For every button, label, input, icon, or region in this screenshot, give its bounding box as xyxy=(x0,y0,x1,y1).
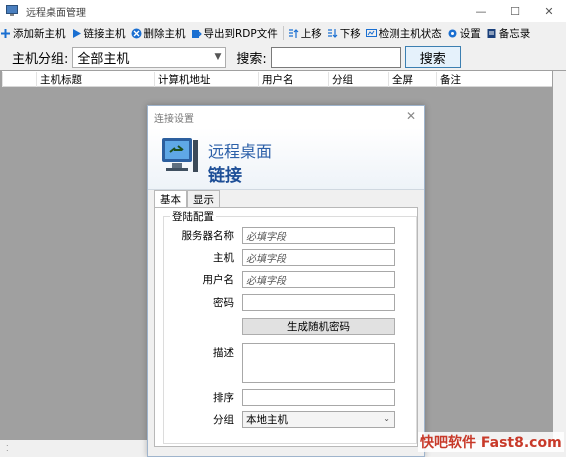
move-down-button[interactable]: 下移 xyxy=(327,26,361,41)
host-label: 主机 xyxy=(213,252,234,264)
export-icon xyxy=(191,28,202,39)
banner-title: 远程桌面 xyxy=(208,142,273,161)
generate-password-button[interactable]: 生成随机密码 xyxy=(242,318,395,335)
window-title: 远程桌面管理 xyxy=(26,7,86,19)
memo-button[interactable]: 备忘录 xyxy=(486,26,531,41)
title-bar: 远程桌面管理 — ☐ ✕ xyxy=(0,0,566,22)
search-button[interactable]: 搜索 xyxy=(404,46,461,68)
dialog-banner: 远程桌面 链接 xyxy=(148,128,424,190)
connection-settings-dialog: 连接设置 ✕ 远程桌面 链接 基本 显示 登陆配置 服务器名称 必填字段 主机 … xyxy=(147,105,425,457)
group-select-value: 本地主机 xyxy=(246,414,288,426)
site-watermark: 快吧软件 Fast8.com xyxy=(418,432,564,452)
tab-display[interactable]: 显示 xyxy=(187,190,220,207)
check-host-status-button[interactable]: 检测主机状态 xyxy=(365,26,442,41)
tab-panel-basic: 登陆配置 服务器名称 必填字段 主机 必填字段 用户名 必填字段 密码 生成随机… xyxy=(154,207,418,447)
username-label: 用户名 xyxy=(202,274,235,286)
maximize-button[interactable]: ☐ xyxy=(498,0,532,22)
username-field[interactable]: 必填字段 xyxy=(242,271,395,288)
add-host-label: 添加新主机 xyxy=(13,27,66,40)
login-config-group: 登陆配置 服务器名称 必填字段 主机 必填字段 用户名 必填字段 密码 生成随机… xyxy=(163,209,417,444)
move-up-icon xyxy=(288,28,299,39)
banner-subtitle: 链接 xyxy=(208,166,242,186)
move-down-label: 下移 xyxy=(339,27,361,40)
host-group-value: 全部主机 xyxy=(77,51,130,67)
dialog-title-bar: 连接设置 ✕ xyxy=(148,106,424,128)
minimize-button[interactable]: — xyxy=(464,0,498,22)
add-host-button[interactable]: 添加新主机 xyxy=(0,26,66,41)
search-input[interactable] xyxy=(270,46,401,68)
filter-bar: 主机分组: 全部主机 ▼ 搜索: 搜索 xyxy=(0,44,566,70)
host-group-label: 主机分组: xyxy=(12,51,69,67)
connect-host-label: 链接主机 xyxy=(83,27,126,40)
settings-label: 设置 xyxy=(459,27,481,40)
column-header-title[interactable]: 主机标题 xyxy=(36,72,154,87)
gear-icon xyxy=(447,28,458,39)
password-field[interactable] xyxy=(242,294,395,311)
column-header-blank[interactable] xyxy=(2,72,36,87)
export-rdp-label: 导出到RDP文件 xyxy=(203,27,278,40)
remote-desktop-icon xyxy=(162,138,198,172)
size-grip-icon: ⁚ xyxy=(6,444,9,453)
app-icon xyxy=(6,5,18,16)
server-name-field[interactable]: 必填字段 xyxy=(242,227,395,244)
delete-host-label: 删除主机 xyxy=(143,27,186,40)
column-header-username[interactable]: 用户名 xyxy=(258,72,328,87)
host-field[interactable]: 必填字段 xyxy=(242,249,395,266)
search-label: 搜索: xyxy=(236,51,267,67)
delete-icon xyxy=(131,28,142,39)
group-title: 登陆配置 xyxy=(170,209,216,224)
column-header-group[interactable]: 分组 xyxy=(328,72,388,87)
dialog-title: 连接设置 xyxy=(154,113,194,125)
dialog-close-button[interactable]: ✕ xyxy=(406,109,416,123)
chevron-down-icon: ▼ xyxy=(214,51,222,62)
group-label: 分组 xyxy=(213,414,234,426)
move-up-label: 上移 xyxy=(300,27,322,40)
memo-icon xyxy=(486,28,497,39)
password-label: 密码 xyxy=(213,297,234,309)
order-field[interactable] xyxy=(242,389,395,406)
monitor-icon xyxy=(365,28,377,39)
move-up-button[interactable]: 上移 xyxy=(288,26,322,41)
toolbar-separator xyxy=(282,26,284,40)
column-header-address[interactable]: 计算机地址 xyxy=(154,72,258,87)
group-select[interactable]: 本地主机 ⌄ xyxy=(242,411,395,428)
check-host-status-label: 检测主机状态 xyxy=(378,27,442,40)
move-down-icon xyxy=(327,28,338,39)
description-label: 描述 xyxy=(213,347,234,359)
column-header-notes[interactable]: 备注 xyxy=(436,72,552,87)
description-field[interactable] xyxy=(242,343,395,383)
order-label: 排序 xyxy=(213,392,234,404)
connect-host-button[interactable]: 链接主机 xyxy=(71,26,126,41)
export-rdp-button[interactable]: 导出到RDP文件 xyxy=(191,26,278,41)
toolbar: 添加新主机 链接主机 删除主机 导出到RDP文件 上移 下移 检测主机状态 设置… xyxy=(0,22,566,44)
delete-host-button[interactable]: 删除主机 xyxy=(131,26,186,41)
server-name-label: 服务器名称 xyxy=(181,230,235,242)
plus-icon xyxy=(0,28,11,39)
dialog-tabs: 基本 显示 xyxy=(154,190,220,208)
host-group-select[interactable]: 全部主机 ▼ xyxy=(72,46,227,68)
right-edge xyxy=(553,71,566,440)
host-table-header: 主机标题 计算机地址 用户名 分组 全屏 备注 xyxy=(2,71,552,87)
chevron-down-icon: ⌄ xyxy=(383,414,390,423)
memo-label: 备忘录 xyxy=(498,27,531,40)
close-button[interactable]: ✕ xyxy=(532,0,566,22)
tab-basic[interactable]: 基本 xyxy=(154,190,187,208)
play-icon xyxy=(71,28,82,39)
settings-button[interactable]: 设置 xyxy=(447,26,481,41)
column-header-fullscreen[interactable]: 全屏 xyxy=(388,72,436,87)
